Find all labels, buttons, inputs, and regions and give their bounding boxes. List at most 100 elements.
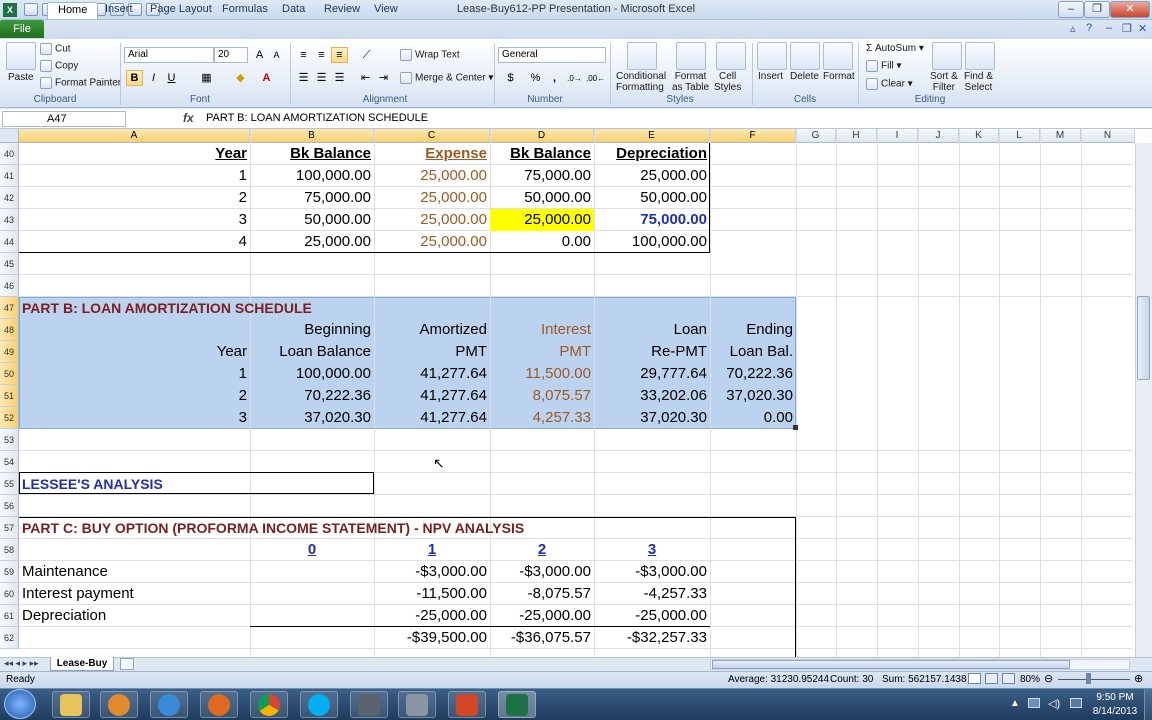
formula-input[interactable]: PART B: LOAN AMORTIZATION SCHEDULE — [206, 112, 428, 124]
tab-insert[interactable]: Insert — [95, 2, 143, 19]
part-b-cell[interactable]: 41,277.64 — [374, 407, 490, 429]
period-header[interactable]: 3 — [594, 539, 710, 561]
col-header-n[interactable]: N — [1081, 129, 1135, 143]
sort-filter-button[interactable]: Sort & Filter — [930, 71, 958, 93]
col-header-l[interactable]: L — [999, 129, 1040, 143]
find-select-button[interactable]: Find & Select — [964, 71, 993, 93]
part-c-cell[interactable]: -$3,000.00 — [594, 561, 710, 583]
row-header[interactable]: 62 — [0, 627, 19, 649]
currency-button[interactable]: $ — [502, 70, 519, 86]
vertical-scrollbar[interactable] — [1135, 143, 1152, 657]
tab-page-layout[interactable]: Page Layout — [140, 2, 222, 19]
lessee-title[interactable]: LESSEE'S ANALYSIS — [19, 473, 374, 495]
part-b-cell[interactable]: 41,277.64 — [374, 385, 490, 407]
part-b-cell[interactable]: 1 — [19, 363, 250, 385]
window-restore-icon[interactable]: ❐ — [1122, 22, 1132, 35]
vertical-scroll-thumb[interactable] — [1137, 296, 1150, 380]
part-b-cell[interactable]: 33,202.06 — [594, 385, 710, 407]
autosum-button[interactable]: Σ AutoSum ▾ — [866, 43, 924, 54]
dep-cell[interactable]: 4 — [19, 231, 250, 253]
row-header[interactable]: 42 — [0, 187, 19, 209]
part-b-cell[interactable]: 41,277.64 — [374, 363, 490, 385]
row-header[interactable]: 41 — [0, 165, 19, 187]
format-cells-icon[interactable] — [823, 42, 853, 70]
dep-cell[interactable]: 100,000.00 — [594, 231, 710, 253]
taskbar-calculator-2[interactable] — [398, 691, 436, 718]
sheet-nav-arrows-icon[interactable]: ◂◂ ◂ ▸ ▸▸ — [4, 658, 39, 669]
part-b-cell[interactable]: 0.00 — [710, 407, 796, 429]
part-b-header[interactable]: PMT — [490, 341, 594, 363]
part-c-cell[interactable]: -4,257.33 — [594, 583, 710, 605]
sort-filter-icon[interactable] — [932, 42, 962, 70]
part-b-cell[interactable]: 37,020.30 — [250, 407, 374, 429]
period-header[interactable]: 1 — [374, 539, 490, 561]
part-c-cell[interactable]: -25,000.00 — [594, 605, 710, 627]
taskbar-ie[interactable] — [150, 691, 188, 718]
part-c-total[interactable]: -$32,257.33 — [594, 627, 710, 649]
row-header[interactable]: 49 — [0, 341, 19, 363]
worksheet-grid[interactable]: A B C D E F G H I J K L M N 40 41 42 43 … — [0, 129, 1152, 657]
align-top-icon[interactable]: ≡ — [295, 47, 312, 63]
page-layout-view-icon[interactable] — [985, 673, 998, 684]
borders-icon[interactable]: ▦ — [198, 70, 215, 86]
format-as-table-icon[interactable] — [676, 42, 706, 70]
insert-cells-button[interactable]: Insert — [758, 71, 783, 82]
taskbar-powerpoint[interactable] — [448, 691, 486, 718]
font-size-combo[interactable]: 20 — [214, 47, 248, 63]
dep-cell[interactable]: 25,000.00 — [374, 165, 490, 187]
part-b-cell[interactable]: 37,020.30 — [710, 385, 796, 407]
conditional-formatting-button[interactable]: Conditional Formatting — [616, 71, 666, 93]
find-select-icon[interactable] — [965, 42, 995, 70]
close-button[interactable]: ✕ — [1110, 1, 1150, 18]
part-c-cell[interactable]: -11,500.00 — [374, 583, 490, 605]
insert-cells-icon[interactable] — [757, 42, 787, 70]
part-b-header[interactable]: Loan Balance — [250, 341, 374, 363]
sheet-tab-lease-buy[interactable]: Lease-Buy — [50, 657, 114, 671]
align-right-icon[interactable]: ☰ — [331, 70, 348, 86]
zoom-slider-thumb[interactable] — [1086, 673, 1091, 684]
row-header[interactable]: 43 — [0, 209, 19, 231]
row-header[interactable]: 53 — [0, 429, 19, 451]
part-b-title[interactable]: PART B: LOAN AMORTIZATION SCHEDULE — [19, 297, 519, 319]
normal-view-icon[interactable] — [968, 673, 981, 684]
dep-cell[interactable]: 50,000.00 — [250, 209, 374, 231]
part-b-cell[interactable]: 70,222.36 — [710, 363, 796, 385]
bold-button[interactable]: B — [126, 70, 143, 86]
dep-cell[interactable]: 75,000.00 — [490, 165, 594, 187]
help-icon[interactable]: ? — [1086, 22, 1092, 34]
dep-cell[interactable]: 50,000.00 — [594, 187, 710, 209]
zoom-in-icon[interactable]: ⊕ — [1134, 672, 1143, 685]
dep-header-bk-balance[interactable]: Bk Balance — [250, 143, 374, 165]
comma-button[interactable]: , — [546, 70, 563, 86]
tab-view[interactable]: View — [364, 2, 408, 19]
copy-button[interactable]: Copy — [40, 60, 78, 72]
zoom-out-icon[interactable]: ⊖ — [1044, 672, 1053, 685]
col-header-f[interactable]: F — [710, 129, 796, 143]
dep-cell[interactable]: 100,000.00 — [250, 165, 374, 187]
fill-color-icon[interactable]: ◆ — [232, 70, 249, 86]
row-header[interactable]: 55 — [0, 473, 19, 495]
increase-indent-icon[interactable]: ⇥ — [375, 70, 392, 86]
part-b-cell[interactable]: 8,075.57 — [490, 385, 594, 407]
font-color-icon[interactable]: A — [258, 70, 275, 86]
wrap-text-button[interactable]: Wrap Text — [400, 49, 460, 61]
shrink-font-icon[interactable]: A — [268, 47, 285, 63]
part-c-cell[interactable]: -8,075.57 — [490, 583, 594, 605]
part-b-header[interactable]: Amortized — [374, 319, 490, 341]
dep-cell-bold-blue[interactable]: 75,000.00 — [594, 209, 710, 231]
format-cells-button[interactable]: Format — [823, 71, 855, 82]
row-header[interactable]: 44 — [0, 231, 19, 253]
dep-cell[interactable]: 75,000.00 — [250, 187, 374, 209]
cut-button[interactable]: Cut — [40, 43, 71, 55]
dep-cell-highlighted[interactable]: 25,000.00 — [490, 209, 594, 231]
part-c-title[interactable]: PART C: BUY OPTION (PROFORMA INCOME STAT… — [19, 517, 719, 539]
row-header[interactable]: 58 — [0, 539, 19, 561]
part-b-cell[interactable]: 29,777.64 — [594, 363, 710, 385]
part-b-header[interactable]: Year — [19, 341, 250, 363]
row-header[interactable]: 60 — [0, 583, 19, 605]
taskbar-firefox[interactable] — [200, 691, 238, 718]
merge-center-button[interactable]: Merge & Center ▾ — [400, 72, 493, 84]
dep-cell[interactable]: 0.00 — [490, 231, 594, 253]
part-c-label[interactable]: Interest payment — [19, 583, 250, 605]
col-header-j[interactable]: J — [918, 129, 959, 143]
